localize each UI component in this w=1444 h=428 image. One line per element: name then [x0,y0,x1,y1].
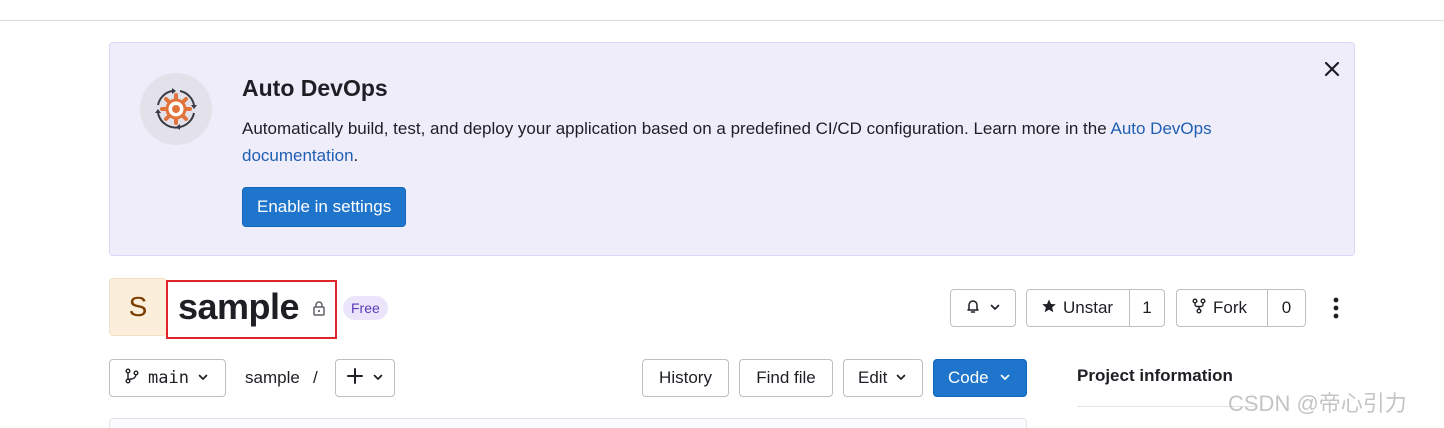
auto-devops-banner: Auto DevOps Automatically build, test, a… [109,42,1355,256]
project-title: sample [178,286,300,327]
history-button[interactable]: History [642,359,729,397]
fork-count[interactable]: 0 [1268,290,1305,326]
lock-icon [311,300,327,321]
notification-dropdown[interactable] [950,289,1016,327]
edit-label: Edit [858,368,888,387]
breadcrumb-separator: / [313,368,318,387]
chevron-down-icon [197,368,209,388]
banner-title: Auto DevOps [242,75,388,101]
project-information-heading: Project information [1077,366,1233,385]
project-avatar[interactable]: S [109,278,167,336]
chevron-down-icon [989,298,1001,318]
watermark: CSDN @帝心引力 [1228,391,1407,416]
chevron-down-icon [895,368,907,388]
bell-icon [965,298,981,319]
branch-name: main [148,368,189,388]
branch-icon [124,368,140,389]
find-file-button[interactable]: Find file [739,359,833,397]
edit-dropdown[interactable]: Edit [843,359,923,397]
enable-in-settings-button[interactable]: Enable in settings [242,187,407,227]
code-label: Code [948,368,989,387]
star-count[interactable]: 1 [1130,290,1164,326]
top-divider [0,20,1444,21]
chevron-down-icon [999,368,1011,388]
auto-devops-gear-icon [140,73,212,145]
fork-button-group: Fork 0 [1176,289,1306,327]
star-icon [1041,298,1057,319]
fork-icon [1191,298,1207,319]
star-button-group: Unstar 1 [1026,289,1165,327]
fork-label: Fork [1213,298,1247,317]
chevron-down-icon [372,368,384,388]
file-tree-panel [109,418,1027,428]
add-to-tree-dropdown[interactable] [335,359,395,397]
code-dropdown[interactable]: Code [933,359,1027,397]
vertical-ellipsis-icon[interactable] [1326,294,1346,322]
branch-selector[interactable]: main [109,359,226,397]
unstar-label: Unstar [1063,298,1114,317]
fork-button[interactable]: Fork [1177,290,1267,326]
unstar-button[interactable]: Unstar [1027,290,1129,326]
banner-description-text: Automatically build, test, and deploy yo… [242,119,1111,138]
breadcrumb-root[interactable]: sample [245,368,300,388]
banner-description-end: . [353,146,359,165]
plus-icon [346,367,364,390]
close-icon[interactable] [1320,57,1344,81]
banner-description: Automatically build, test, and deploy yo… [242,115,1302,169]
plan-badge: Free [343,296,388,320]
